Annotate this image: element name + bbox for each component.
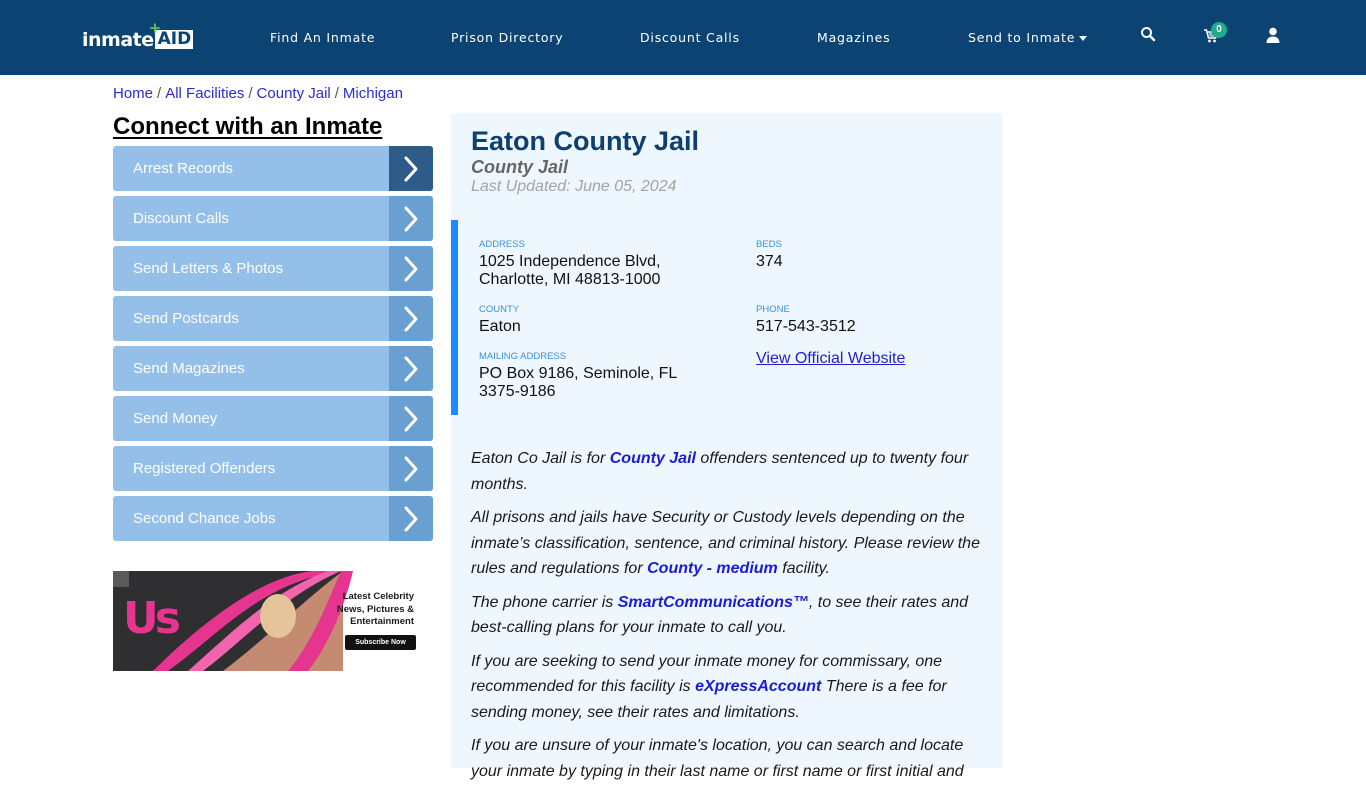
facility-name: Eaton County Jail	[471, 126, 700, 156]
ad-subscribe-button[interactable]: Subscribe Now	[345, 635, 416, 650]
county-label: COUNTY	[479, 304, 520, 315]
sidebar-item-label: Send Postcards	[133, 310, 239, 327]
logo-plus-icon: +	[148, 19, 162, 37]
chevron-right-icon	[389, 196, 433, 241]
breadcrumb-separator: /	[157, 85, 162, 102]
address-line1: 1025 Independence Blvd,	[479, 253, 661, 270]
facility-panel: Eaton County Jail County Jail Last Updat…	[451, 113, 1003, 780]
nav-prison-directory[interactable]: Prison Directory	[451, 29, 563, 47]
ad-headline-line: News, Pictures &	[336, 603, 414, 615]
address-line2: Charlotte, MI 48813-1000	[479, 271, 661, 288]
sidebar-item-label: Discount Calls	[133, 210, 229, 227]
address-label: ADDRESS	[479, 239, 525, 250]
mailing-address-line2: 3375-9186	[479, 383, 556, 400]
description-text: Eaton Co Jail is for	[471, 450, 610, 467]
facility-type: County Jail	[471, 157, 569, 177]
last-updated: Last Updated: June 05, 2024	[471, 178, 677, 195]
sidebar-item-discount-calls[interactable]: Discount Calls	[113, 196, 433, 241]
beds-label: BEDS	[756, 239, 782, 250]
sidebar-item-label: Send Magazines	[133, 360, 245, 377]
sidebar-item-send-magazines[interactable]: Send Magazines	[113, 346, 433, 391]
logo[interactable]: inmate + AID	[82, 21, 194, 51]
sidebar-item-label: Send Money	[133, 410, 218, 427]
description-paragraph: If you are seeking to send your inmate m…	[471, 649, 991, 726]
money-service-link[interactable]: eXpressAccount	[695, 678, 821, 695]
breadcrumb: Home / All Facilities / County Jail / Michigan	[113, 85, 403, 102]
sidebar-item-arrest-records[interactable]: Arrest Records	[113, 146, 433, 191]
breadcrumb-separator: /	[334, 85, 339, 102]
chevron-right-icon	[389, 296, 433, 341]
phone-carrier-link[interactable]: SmartCommunications™	[618, 594, 809, 611]
ad-headline-line: Latest Celebrity	[342, 591, 414, 602]
breadcrumb-michigan[interactable]: Michigan	[343, 85, 403, 102]
sidebar-item-second-chance-jobs[interactable]: Second Chance Jobs	[113, 496, 433, 541]
chevron-right-icon	[389, 396, 433, 441]
ad-brand-logo: Us	[123, 593, 181, 644]
sidebar-item-label: Send Letters & Photos	[133, 260, 284, 277]
sidebar-title: Connect with an Inmate	[113, 113, 383, 140]
logo-aid-badge: + AID	[149, 21, 194, 49]
nav-find-an-inmate[interactable]: Find An Inmate	[270, 29, 375, 47]
sidebar-item-label: Arrest Records	[133, 160, 234, 177]
nav-discount-calls[interactable]: Discount Calls	[640, 29, 740, 47]
user-icon[interactable]	[1266, 27, 1286, 47]
security-level-link[interactable]: County - medium	[647, 560, 778, 577]
county-value: Eaton	[479, 318, 521, 335]
nav-send-to-inmate[interactable]: Send to Inmate	[968, 29, 1088, 47]
description-text: The phone carrier is	[471, 593, 618, 611]
mailing-address-line1: PO Box 9186, Seminole, FL	[479, 365, 678, 382]
facility-description: Eaton Co Jail is for County Jail offende…	[471, 446, 991, 792]
description-paragraph: If you are unsure of your inmate's locat…	[471, 733, 991, 784]
ad-headline-line: Entertainment	[350, 616, 414, 627]
sidebar-item-label: Second Chance Jobs	[133, 510, 276, 527]
logo-aid-text: AID	[157, 29, 192, 49]
chevron-right-icon	[389, 246, 433, 291]
chevron-right-icon	[389, 146, 433, 191]
official-website-link[interactable]: View Official Website	[756, 350, 905, 368]
description-paragraph: All prisons and jails have Security or C…	[471, 505, 991, 582]
beds-value: 374	[756, 253, 783, 270]
search-icon[interactable]	[1140, 26, 1160, 46]
sidebar-item-registered-offenders[interactable]: Registered Offenders	[113, 446, 433, 491]
description-text: facility.	[777, 560, 830, 577]
breadcrumb-home[interactable]: Home	[113, 85, 153, 102]
sidebar-item-send-money[interactable]: Send Money	[113, 396, 433, 441]
site-header: inmate + AID Find An Inmate Prison Direc…	[0, 0, 1366, 75]
sidebar-item-send-letters-photos[interactable]: Send Letters & Photos	[113, 246, 433, 291]
ad-banner[interactable]: Us Latest Celebrity News, Pictures & Ent…	[113, 571, 416, 671]
caret-down-icon	[1079, 36, 1088, 41]
sidebar-item-send-postcards[interactable]: Send Postcards	[113, 296, 433, 341]
county-jail-link[interactable]: County Jail	[610, 450, 696, 467]
nav-magazines[interactable]: Magazines	[817, 29, 890, 47]
sidebar-menu: Arrest Records Discount Calls Send Lette…	[113, 146, 433, 546]
mailing-address-label: MAILING ADDRESS	[479, 351, 567, 362]
breadcrumb-all-facilities[interactable]: All Facilities	[165, 85, 244, 102]
phone-label: PHONE	[756, 304, 790, 315]
breadcrumb-county-jail[interactable]: County Jail	[257, 85, 331, 102]
description-text: If you are unsure of your inmate's locat…	[471, 737, 964, 780]
facility-info-card: ADDRESS 1025 Independence Blvd, Charlott…	[451, 220, 1003, 415]
sidebar-item-label: Registered Offenders	[133, 460, 276, 477]
description-paragraph: The phone carrier is SmartCommunications…	[471, 590, 991, 641]
ad-corner-marker	[113, 571, 129, 587]
nav-send-to-inmate-label: Send to Inmate	[968, 30, 1076, 45]
chevron-right-icon	[389, 496, 433, 541]
logo-text: inmate	[82, 29, 154, 51]
breadcrumb-separator: /	[248, 85, 253, 102]
chevron-right-icon	[389, 346, 433, 391]
cart-count-badge: 0	[1211, 22, 1227, 38]
ad-headline: Latest Celebrity News, Pictures & Entert…	[337, 591, 414, 629]
description-paragraph: Eaton Co Jail is for County Jail offende…	[471, 446, 991, 497]
phone-value: 517-543-3512	[756, 318, 856, 335]
chevron-right-icon	[389, 446, 433, 491]
